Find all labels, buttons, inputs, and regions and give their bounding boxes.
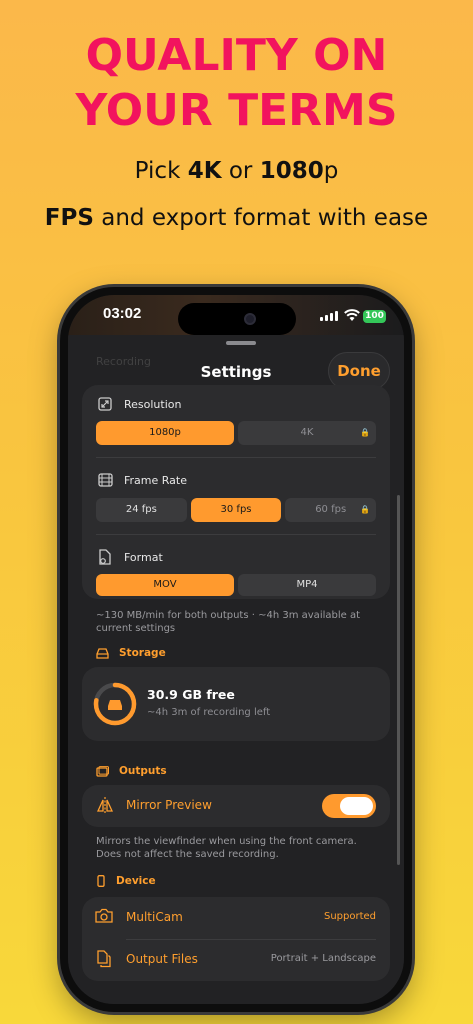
option-label: 30 fps [220,504,252,515]
expand-icon [96,395,114,413]
multicam-label: MultiCam [126,910,183,924]
headline-line-2: YOUR TERMS [75,85,398,136]
device-section-header: Device [96,875,156,887]
option-label: MOV [153,579,177,590]
device-section-label: Device [116,875,156,887]
sub1-bold-4k: 4K [187,158,222,184]
wifi-icon [344,309,360,321]
camera-icon [95,908,113,923]
option-label: MP4 [296,579,318,590]
resolution-option-1080p[interactable]: 1080p [96,421,234,445]
film-icon [96,471,114,489]
format-header: Format [96,548,163,566]
option-label: 60 fps [315,504,347,515]
option-label: 24 fps [125,504,157,515]
resolution-header: Resolution [96,395,181,413]
frame-rate-option-60[interactable]: 60 fps 🔒 [285,498,377,522]
outputs-section-label: Outputs [119,765,167,777]
status-bar: 03:02 100 [68,295,404,339]
phone-frame: 03:02 100 Recording Settings Done Resolu… [60,287,412,1012]
storage-ring-gauge [93,682,137,726]
phone-screen: 03:02 100 Recording Settings Done Resolu… [68,295,404,1004]
mirror-preview-label: Mirror Preview [126,798,212,812]
sub2-bold-fps: FPS [44,205,94,231]
promo-subtitle-2: FPS and export format with ease [0,205,473,231]
settings-sheet: Recording Settings Done Resolution 1080p… [68,335,404,1004]
output-files-row[interactable]: Output Files Portrait + Landscape [82,939,390,981]
storage-remaining: ~4h 3m of recording left [147,707,271,718]
mirror-preview-toggle[interactable] [322,794,376,818]
scrollbar[interactable] [397,495,400,865]
option-label: 1080p [149,427,181,438]
file-gear-icon [96,548,114,566]
option-label: 4K [300,427,314,438]
output-files-label: Output Files [126,952,198,966]
sheet-grabber[interactable] [226,341,256,345]
sub1-bold-1080: 1080 [259,158,324,184]
sub1-text-or: or [221,158,260,184]
mirror-preview-row[interactable]: Mirror Preview [82,785,390,827]
format-label: Format [124,550,163,564]
format-option-mp4[interactable]: MP4 [238,574,376,596]
cellular-signal-icon [320,311,338,321]
mirror-note: Mirrors the viewfinder when using the fr… [96,836,357,860]
format-option-mov[interactable]: MOV [96,574,234,596]
storage-card: 30.9 GB free ~4h 3m of recording left [82,667,390,741]
front-camera-icon [244,313,256,325]
storage-free: 30.9 GB free [147,687,235,702]
divider [96,534,376,535]
multicam-row[interactable]: MultiCam Supported [82,897,390,939]
multicam-value: Supported [323,911,376,922]
sub2-text: and export format with ease [93,205,429,231]
dynamic-island [178,303,296,335]
format-segmented-control: MOV MP4 [96,574,376,596]
video-settings-card: Resolution 1080p 4K 🔒 Frame Rate 24 fps 3… [82,385,390,599]
resolution-segmented-control: 1080p 4K 🔒 [96,421,376,445]
promo-subtitle-1: Pick 4K or 1080p [0,158,473,184]
output-files-value: Portrait + Landscape [270,953,376,964]
promo-headline: QUALITY ON YOUR TERMS [0,28,473,138]
status-time: 03:02 [103,305,142,322]
drive-icon [96,647,109,659]
lock-icon: 🔒 [360,505,371,514]
sub1-text-p: p [323,158,339,184]
headline-line-1: QUALITY ON [85,30,388,81]
frame-rate-option-24[interactable]: 24 fps [96,498,187,522]
video-settings-note: ~130 MB/min for both outputs · ~4h 3m av… [96,610,361,634]
frame-rate-label: Frame Rate [124,473,187,487]
storage-section-label: Storage [119,647,166,659]
resolution-label: Resolution [124,397,182,411]
storage-section-header: Storage [96,647,166,659]
resolution-option-4k[interactable]: 4K 🔒 [238,421,376,445]
battery-icon: 100 [363,310,386,323]
frame-rate-header: Frame Rate [96,471,187,489]
sub1-text: Pick [134,158,188,184]
frame-rate-segmented-control: 24 fps 30 fps 60 fps 🔒 [96,498,377,522]
photos-icon [96,765,109,777]
outputs-section-header: Outputs [96,765,167,777]
files-icon [97,950,111,968]
divider [96,457,376,458]
frame-rate-option-30[interactable]: 30 fps [190,498,282,522]
device-card: MultiCam Supported Output Files Portrait… [82,897,390,981]
lock-icon: 🔒 [360,428,370,437]
mirror-icon [96,797,114,813]
toggle-knob [340,797,373,815]
phone-icon [97,875,105,887]
